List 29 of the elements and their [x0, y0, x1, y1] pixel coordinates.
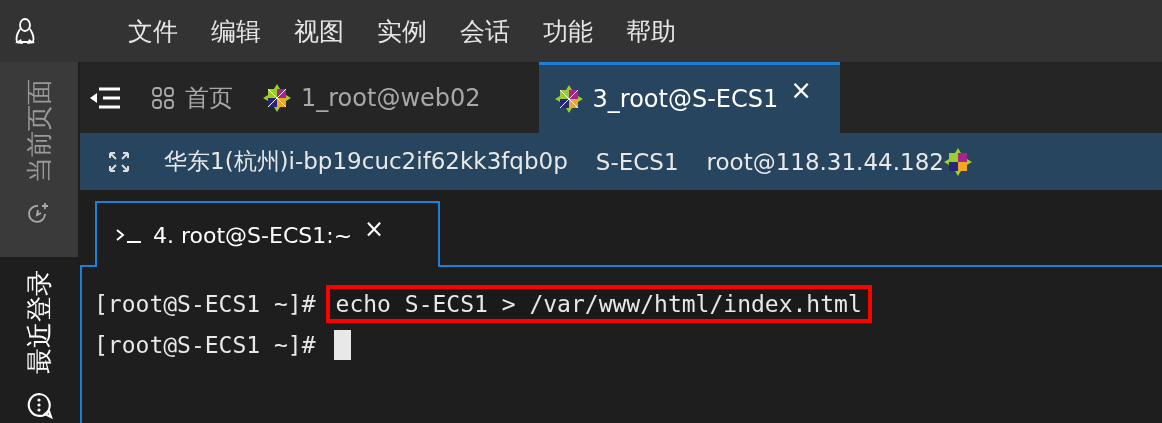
menu-item[interactable]: 实例 [377, 14, 427, 48]
prompt-text: [root@S-ECS1 ~]# [94, 290, 316, 317]
pinwheel-icon [554, 85, 583, 113]
pinwheel-icon [943, 147, 972, 176]
menu-item[interactable]: 文件 [128, 14, 178, 48]
terminal-tab[interactable]: 4. root@S-ECS1:~ × [95, 201, 440, 267]
menu-item[interactable]: 会话 [460, 14, 510, 48]
menu-item[interactable]: 帮助 [626, 14, 676, 48]
terminal-icon [115, 226, 143, 244]
menu-item[interactable]: 视图 [294, 14, 344, 48]
pinwheel-icon [263, 83, 291, 112]
menu-item[interactable]: 编辑 [211, 14, 261, 48]
menu-icon[interactable] [89, 85, 121, 110]
penguin-icon [13, 17, 37, 45]
info-text: 华东1(杭州)i-bp19cuc2if62kk3fqb0p [164, 147, 568, 176]
tab[interactable]: 首页 [151, 62, 263, 133]
info-text: root@118.31.44.182 [706, 148, 944, 175]
grid-icon [151, 85, 175, 110]
expand-icon[interactable] [108, 150, 130, 173]
info-text: S-ECS1 [595, 148, 679, 175]
command-text: echo S-ECS1 > /var/www/html/index.html [325, 284, 872, 323]
close-button[interactable]: × [364, 215, 385, 243]
prompt-text: [root@S-ECS1 ~]# [94, 331, 316, 358]
tab[interactable]: 3_root@S-ECS1 × [538, 62, 841, 133]
sidebar-tab[interactable]: 当前页面 [0, 62, 78, 257]
close-button[interactable]: × [790, 75, 813, 105]
tab[interactable]: 1_root@web02 [263, 62, 511, 133]
menu-item[interactable]: 功能 [543, 14, 593, 48]
chat-icon [25, 391, 53, 419]
